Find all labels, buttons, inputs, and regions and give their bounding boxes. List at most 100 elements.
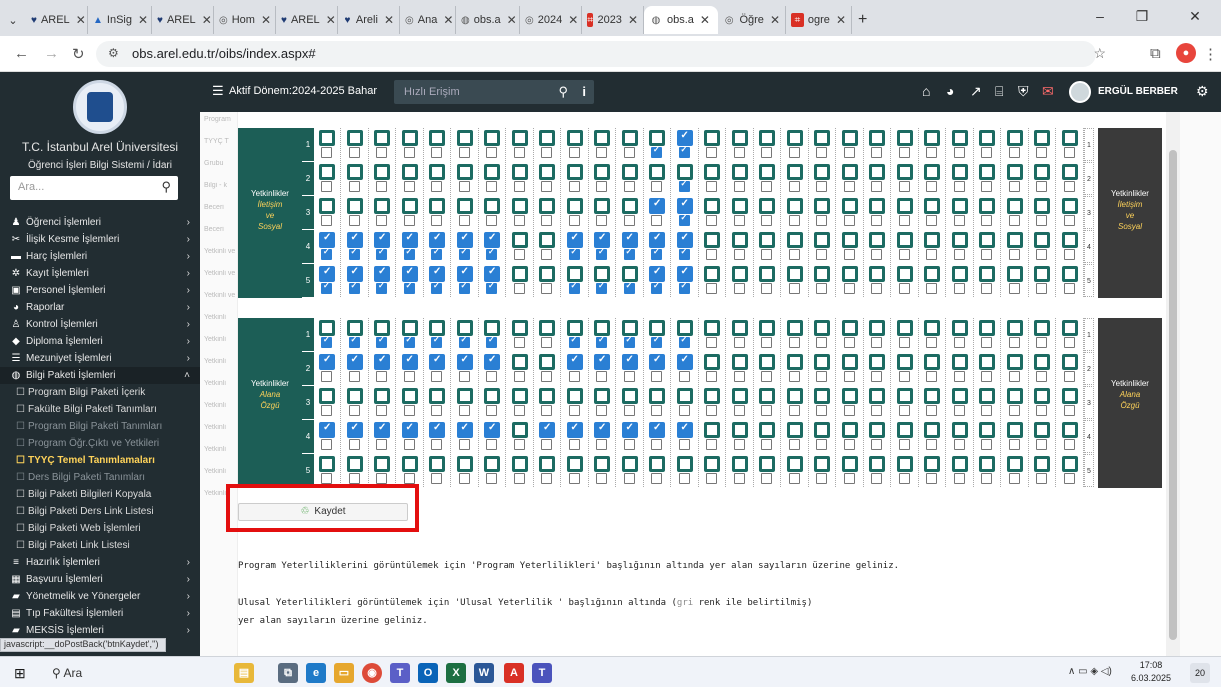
national-checkbox[interactable] bbox=[898, 439, 910, 450]
competency-checkbox[interactable] bbox=[594, 422, 610, 438]
national-checkbox[interactable] bbox=[953, 405, 965, 416]
folder-icon[interactable]: ▭ bbox=[334, 663, 354, 683]
competency-checkbox[interactable] bbox=[566, 388, 583, 404]
national-checkbox[interactable] bbox=[623, 439, 635, 450]
national-checkbox[interactable] bbox=[733, 439, 745, 450]
close-tab-icon[interactable]: ✕ bbox=[628, 13, 638, 27]
national-checkbox[interactable] bbox=[843, 405, 855, 416]
competency-checkbox[interactable] bbox=[676, 130, 693, 146]
competency-checkbox[interactable] bbox=[786, 266, 803, 282]
edge-icon[interactable]: e bbox=[306, 663, 326, 683]
competency-checkbox[interactable] bbox=[621, 354, 638, 370]
national-checkbox[interactable] bbox=[788, 147, 800, 158]
word-icon[interactable]: W bbox=[474, 663, 494, 683]
national-checkbox[interactable] bbox=[761, 181, 772, 192]
national-checkbox[interactable] bbox=[981, 371, 992, 382]
national-checkbox[interactable] bbox=[1008, 215, 1020, 226]
forward-icon[interactable]: → bbox=[44, 45, 59, 62]
national-checkbox[interactable] bbox=[321, 439, 332, 450]
competency-checkbox[interactable] bbox=[676, 388, 693, 404]
competency-checkbox[interactable] bbox=[786, 320, 803, 336]
extensions-icon[interactable]: ⧉ bbox=[1150, 45, 1161, 62]
competency-checkbox[interactable] bbox=[676, 320, 693, 336]
competency-checkbox[interactable] bbox=[979, 232, 995, 248]
competency-checkbox[interactable] bbox=[456, 320, 473, 336]
competency-checkbox[interactable] bbox=[1034, 164, 1050, 180]
minimize-icon[interactable]: – bbox=[1085, 8, 1115, 24]
national-checkbox[interactable] bbox=[816, 405, 827, 416]
national-checkbox[interactable] bbox=[623, 473, 635, 484]
competency-checkbox[interactable] bbox=[539, 388, 555, 404]
competency-checkbox[interactable] bbox=[649, 198, 665, 214]
profile-icon[interactable]: ● bbox=[1176, 43, 1196, 63]
national-checkbox[interactable] bbox=[403, 405, 415, 416]
competency-checkbox[interactable] bbox=[649, 320, 665, 336]
competency-checkbox[interactable] bbox=[319, 198, 335, 214]
competency-checkbox[interactable] bbox=[566, 354, 583, 370]
competency-checkbox[interactable] bbox=[896, 266, 913, 282]
national-checkbox[interactable] bbox=[706, 439, 717, 450]
competency-checkbox[interactable] bbox=[1061, 354, 1078, 370]
clock[interactable]: 17:08 6.03.2025 bbox=[1131, 659, 1171, 685]
national-checkbox[interactable] bbox=[788, 473, 800, 484]
competency-checkbox[interactable] bbox=[924, 456, 940, 472]
sidebar-subitem[interactable]: ☐ TYYÇ Temel Tanımlamaları bbox=[0, 452, 200, 469]
national-checkbox[interactable] bbox=[898, 249, 910, 260]
competency-checkbox[interactable] bbox=[649, 422, 665, 438]
national-checkbox[interactable] bbox=[458, 371, 470, 382]
competency-checkbox[interactable] bbox=[841, 354, 858, 370]
national-checkbox[interactable] bbox=[953, 473, 965, 484]
sidebar-subitem[interactable]: ☐ Program Bilgi Paketi İçerik bbox=[0, 384, 200, 401]
competency-checkbox[interactable] bbox=[731, 164, 748, 180]
competency-checkbox[interactable] bbox=[759, 456, 775, 472]
national-checkbox[interactable] bbox=[596, 335, 607, 348]
national-checkbox[interactable] bbox=[623, 281, 635, 294]
national-checkbox[interactable] bbox=[1063, 283, 1075, 294]
bank-icon[interactable]: ⌸ bbox=[995, 83, 1003, 100]
national-checkbox[interactable] bbox=[898, 181, 910, 192]
competency-checkbox[interactable] bbox=[621, 198, 638, 214]
national-checkbox[interactable] bbox=[953, 181, 965, 192]
national-checkbox[interactable] bbox=[953, 439, 965, 450]
competency-checkbox[interactable] bbox=[401, 354, 418, 370]
competency-checkbox[interactable] bbox=[401, 456, 418, 472]
competency-checkbox[interactable] bbox=[924, 320, 940, 336]
national-checkbox[interactable] bbox=[871, 371, 882, 382]
national-checkbox[interactable] bbox=[568, 147, 580, 158]
national-checkbox[interactable] bbox=[321, 335, 332, 348]
competency-checkbox[interactable] bbox=[539, 164, 555, 180]
competency-checkbox[interactable] bbox=[429, 456, 445, 472]
national-checkbox[interactable] bbox=[348, 335, 360, 348]
national-checkbox[interactable] bbox=[376, 281, 387, 294]
competency-checkbox[interactable] bbox=[429, 388, 445, 404]
close-tab-icon[interactable]: ✕ bbox=[443, 13, 453, 27]
competency-checkbox[interactable] bbox=[1034, 266, 1050, 282]
national-checkbox[interactable] bbox=[678, 247, 690, 260]
competency-checkbox[interactable] bbox=[346, 130, 363, 146]
competency-checkbox[interactable] bbox=[566, 232, 583, 248]
national-checkbox[interactable] bbox=[376, 147, 387, 158]
national-checkbox[interactable] bbox=[321, 147, 332, 158]
chrome-icon[interactable]: ◉ bbox=[362, 663, 382, 683]
national-checkbox[interactable] bbox=[486, 335, 497, 348]
competency-checkbox[interactable] bbox=[649, 130, 665, 146]
competency-checkbox[interactable] bbox=[841, 456, 858, 472]
competency-checkbox[interactable] bbox=[484, 164, 500, 180]
acrobat-icon[interactable]: A bbox=[504, 663, 524, 683]
competency-checkbox[interactable] bbox=[869, 164, 885, 180]
competency-checkbox[interactable] bbox=[841, 232, 858, 248]
competency-checkbox[interactable] bbox=[841, 388, 858, 404]
competency-checkbox[interactable] bbox=[951, 354, 968, 370]
competency-checkbox[interactable] bbox=[979, 354, 995, 370]
browser-tab[interactable]: ♥ AREL ✕ bbox=[276, 6, 338, 34]
competency-checkbox[interactable] bbox=[731, 422, 748, 438]
national-checkbox[interactable] bbox=[706, 215, 717, 226]
national-checkbox[interactable] bbox=[348, 439, 360, 450]
national-checkbox[interactable] bbox=[898, 405, 910, 416]
competency-checkbox[interactable] bbox=[539, 422, 555, 438]
competency-checkbox[interactable] bbox=[566, 320, 583, 336]
national-checkbox[interactable] bbox=[651, 181, 662, 192]
national-checkbox[interactable] bbox=[871, 405, 882, 416]
browser-tab[interactable]: ♥ AREL ✕ bbox=[152, 6, 214, 34]
national-checkbox[interactable] bbox=[321, 473, 332, 484]
